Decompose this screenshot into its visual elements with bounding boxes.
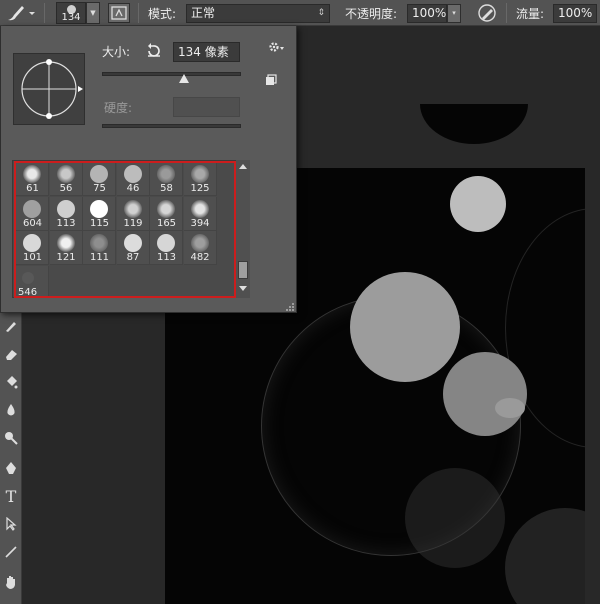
- brush-tool-preset-picker[interactable]: [4, 0, 36, 26]
- flow-label: 流量:: [516, 6, 545, 21]
- brush-angle-icon: [21, 59, 83, 119]
- new-preset-button[interactable]: [265, 74, 277, 89]
- bokeh-circle: [350, 272, 460, 382]
- type-tool[interactable]: T: [0, 485, 22, 507]
- scroll-down-arrow[interactable]: [239, 286, 247, 291]
- hand-icon: [6, 576, 15, 589]
- dodge-icon: [5, 432, 18, 445]
- scroll-up-arrow[interactable]: [239, 164, 247, 169]
- blend-mode-select[interactable]: 正常 ⇕: [186, 3, 330, 23]
- size-value: 134 像素: [178, 45, 229, 59]
- brush-icon: [8, 6, 35, 21]
- bokeh-circle: [450, 176, 506, 232]
- type-icon: T: [5, 486, 17, 506]
- history-brush-icon: [6, 322, 16, 332]
- blur-drop-icon: [7, 404, 15, 416]
- new-preset-icon: [266, 74, 277, 85]
- opacity-input[interactable]: 100%: [407, 3, 447, 23]
- flow-input[interactable]: 100%: [553, 3, 597, 23]
- brush-size-value: 134: [61, 12, 81, 23]
- hand-tool[interactable]: [0, 571, 22, 593]
- path-selection-tool[interactable]: [0, 513, 22, 535]
- dodge-tool[interactable]: [0, 427, 22, 449]
- reset-size-button[interactable]: [145, 42, 163, 61]
- paint-bucket-tool[interactable]: [0, 371, 22, 393]
- brush-angle-preview[interactable]: [13, 53, 85, 125]
- size-label: 大小:: [102, 45, 131, 59]
- highlight-annotation: [14, 161, 236, 298]
- pen-icon: [6, 462, 16, 474]
- pen-tool[interactable]: [0, 457, 22, 479]
- path-selection-icon: [6, 517, 17, 531]
- flow-value: 100%: [558, 5, 593, 20]
- size-slider-track[interactable]: [102, 72, 241, 76]
- hardness-input[interactable]: [173, 97, 240, 117]
- separator: [506, 3, 507, 23]
- bokeh-circle: [495, 398, 525, 418]
- line-icon: [5, 546, 17, 558]
- bokeh-circle: [443, 352, 527, 436]
- size-slider-thumb[interactable]: [179, 74, 189, 83]
- panel-settings-button[interactable]: [267, 40, 285, 57]
- brush-thumbnail: 134: [56, 2, 86, 24]
- opacity-slider-toggle[interactable]: ▾: [447, 3, 461, 23]
- reset-icon: [148, 43, 160, 57]
- bokeh-circle: [405, 468, 505, 568]
- mode-label: 模式:: [148, 6, 177, 21]
- history-brush-tool[interactable]: [0, 315, 22, 337]
- bokeh-circle: [505, 508, 585, 604]
- pressure-pen-icon: [478, 4, 496, 22]
- paint-bucket-icon: [7, 376, 18, 389]
- eraser-icon: [6, 350, 17, 360]
- options-bar: 134 ▼ 模式: 正常 ⇕ 不透明度: 100% ▾ 流量: 100%: [0, 0, 600, 26]
- blend-mode-value: 正常: [191, 5, 216, 20]
- hardness-label: 硬度:: [104, 101, 133, 115]
- size-input[interactable]: 134 像素: [173, 42, 240, 62]
- updown-arrows-icon: ⇕: [317, 7, 325, 18]
- eraser-tool[interactable]: [0, 343, 22, 365]
- blur-tool[interactable]: [0, 399, 22, 421]
- opacity-value: 100%: [412, 5, 447, 20]
- line-tool[interactable]: [0, 541, 22, 563]
- panel-resize-grip[interactable]: [286, 300, 295, 314]
- brush-preset-picker[interactable]: 134 ▼: [56, 0, 100, 26]
- brush-panel-icon: [108, 3, 130, 23]
- separator: [138, 3, 139, 23]
- toggle-brush-panel-button[interactable]: [108, 0, 130, 26]
- resize-grip-icon: [286, 303, 294, 311]
- gear-icon: [269, 42, 284, 52]
- pressure-opacity-button[interactable]: [476, 0, 498, 26]
- opacity-label: 不透明度:: [345, 6, 398, 21]
- hardness-slider-track[interactable]: [102, 124, 241, 128]
- separator: [44, 3, 45, 23]
- preset-scrollbar[interactable]: [235, 160, 250, 298]
- brush-dropdown-arrow[interactable]: ▼: [86, 2, 100, 24]
- scrollbar-thumb[interactable]: [238, 261, 248, 279]
